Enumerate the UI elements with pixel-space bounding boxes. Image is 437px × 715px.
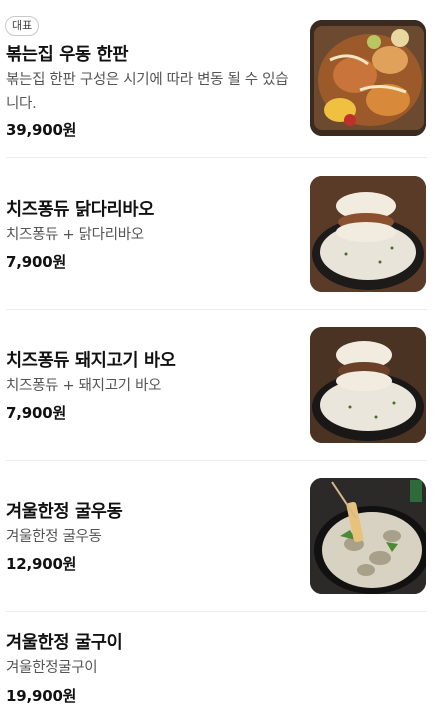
- menu-item-price: 7,900원: [6, 253, 67, 271]
- menu-item-name: 겨울한정 굴구이: [6, 633, 123, 653]
- menu-item-description: 겨울한정 굴우동: [6, 529, 102, 545]
- menu-item-price: 7,900원: [6, 404, 67, 422]
- oyster-udon-icon: [310, 478, 426, 594]
- menu-item-winter-oyster-udon[interactable]: 겨울한정 굴우동 겨울한정 굴우동 12,900원: [0, 460, 437, 611]
- signature-badge: 대표: [5, 16, 40, 36]
- menu-item-cheese-fondue-pork-bao[interactable]: 치즈퐁듀 돼지고기 바오 치즈퐁듀 + 돼지고기 바오 7,900원: [0, 309, 437, 460]
- chicken-bao-fondue-icon: [310, 176, 426, 292]
- menu-item-price: 19,900원: [6, 687, 77, 705]
- menu-item-price: 39,900원: [6, 121, 77, 139]
- menu-item-photo[interactable]: [310, 20, 426, 136]
- pork-bao-fondue-icon: [310, 327, 426, 443]
- menu-item-description: 치즈퐁듀 + 돼지고기 바오: [6, 378, 162, 394]
- menu-item-photo[interactable]: [310, 176, 426, 292]
- menu-item-stir-fry-udon-platter[interactable]: 대표 볶는집 우동 한판 볶는집 한판 구성은 시기에 따라 변동 될 수 있습…: [0, 0, 437, 158]
- menu-item-photo[interactable]: [310, 478, 426, 594]
- menu-item-description: 겨울한정굴구이: [6, 660, 98, 676]
- menu-item-price: 12,900원: [6, 555, 77, 573]
- menu-item-cheese-fondue-chicken-bao[interactable]: 치즈퐁듀 닭다리바오 치즈퐁듀 + 닭다리바오 7,900원: [0, 158, 437, 309]
- menu-item-name: 볶는집 우동 한판: [6, 45, 129, 65]
- menu-item-photo[interactable]: [310, 327, 426, 443]
- menu-item-description: 치즈퐁듀 + 닭다리바오: [6, 227, 144, 243]
- menu-item-description: 볶는집 한판 구성은 시기에 따라 변동 될 수 있습니다.: [6, 72, 289, 112]
- menu-item-name: 치즈퐁듀 닭다리바오: [6, 200, 154, 220]
- menu-list: 대표 볶는집 우동 한판 볶는집 한판 구성은 시기에 따라 변동 될 수 있습…: [0, 0, 437, 715]
- menu-item-name: 치즈퐁듀 돼지고기 바오: [6, 351, 176, 371]
- stir-fry-platter-icon: [310, 20, 426, 136]
- menu-item-name: 겨울한정 굴우동: [6, 502, 123, 522]
- menu-item-winter-grilled-oysters[interactable]: 겨울한정 굴구이 겨울한정굴구이 19,900원: [0, 611, 437, 715]
